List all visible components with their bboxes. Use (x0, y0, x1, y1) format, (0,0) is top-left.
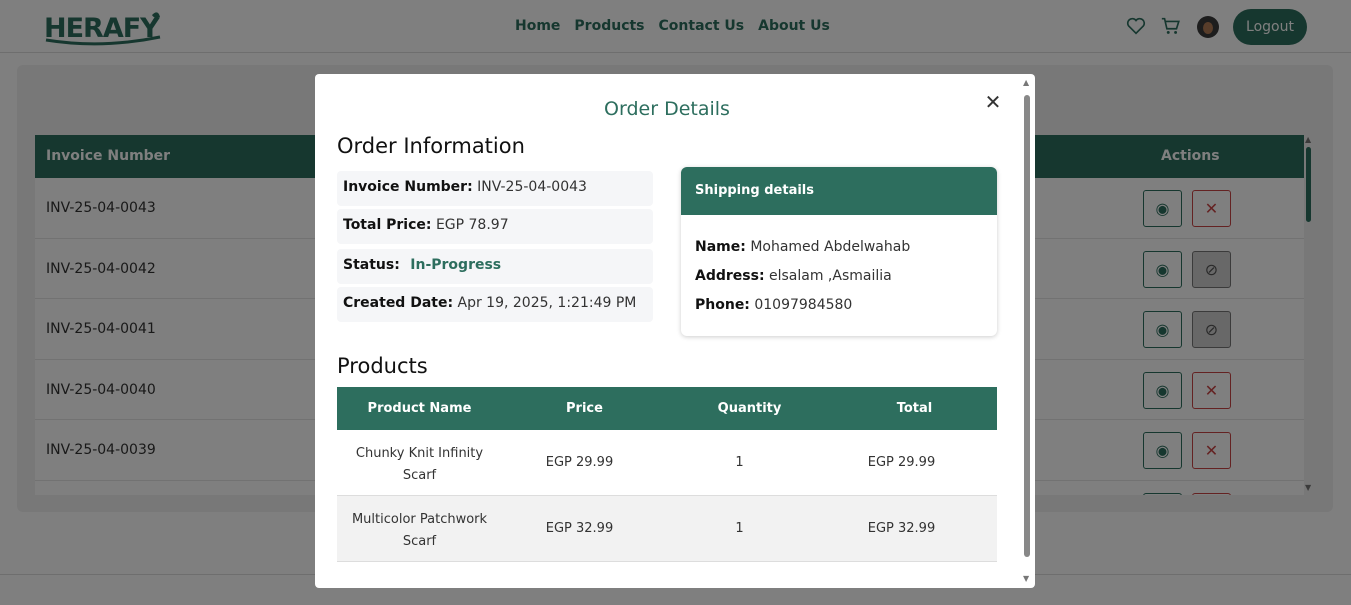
name-label: Name: (695, 239, 746, 255)
close-icon[interactable]: ✕ (983, 90, 1003, 114)
table-row: Multicolor Patchwork Scarf EGP 32.99 1 E… (337, 496, 997, 562)
shipping-address: Address: elsalam ,Asmailia (695, 268, 892, 284)
status-info: Status: In-Progress (337, 249, 653, 284)
shipping-name: Name: Mohamed Abdelwahab (695, 239, 910, 255)
scroll-up-arrow[interactable]: ▲ (1023, 78, 1029, 87)
products-table-header: Product Name Price Quantity Total (337, 387, 997, 430)
product-name-header: Product Name (367, 401, 472, 416)
order-information-heading: Order Information (337, 134, 525, 158)
name-value: Mohamed Abdelwahab (750, 239, 911, 255)
phone-value: 01097984580 (754, 297, 853, 313)
date-label: Created Date: (343, 295, 454, 311)
created-date-info: Created Date: Apr 19, 2025, 1:21:49 PM (337, 287, 653, 322)
status-label: Status: (343, 257, 400, 273)
scroll-down-arrow[interactable]: ▼ (1023, 574, 1029, 583)
total-value: EGP 78.97 (435, 217, 509, 233)
product-price: EGP 29.99 (545, 455, 614, 470)
shipping-details-card: Shipping details Name: Mohamed Abdelwaha… (681, 167, 997, 336)
address-value: elsalam ,Asmailia (769, 268, 892, 284)
product-price: EGP 32.99 (545, 521, 614, 536)
product-quantity: 1 (735, 521, 744, 536)
total-label: Total Price: (343, 217, 432, 233)
invoice-number-info: Invoice Number: INV-25-04-0043 (337, 171, 653, 206)
order-details-modal: Order Details ✕ Order Information Invoic… (315, 74, 1035, 588)
table-row: Chunky Knit Infinity Scarf EGP 29.99 1 E… (337, 430, 997, 496)
address-label: Address: (695, 268, 765, 284)
total-header: Total (896, 401, 933, 416)
modal-title: Order Details (604, 98, 730, 120)
product-total: EGP 32.99 (867, 521, 936, 536)
phone-label: Phone: (695, 297, 750, 313)
product-total: EGP 29.99 (867, 455, 936, 470)
total-price-info: Total Price: EGP 78.97 (337, 209, 653, 244)
price-header: Price (566, 401, 603, 416)
quantity-header: Quantity (717, 401, 782, 416)
shipping-details-heading: Shipping details (681, 167, 997, 215)
product-name: Chunky Knit Infinity Scarf (355, 446, 484, 483)
invoice-value: INV-25-04-0043 (477, 179, 587, 195)
products-heading: Products (337, 354, 428, 378)
product-name: Multicolor Patchwork Scarf (351, 512, 488, 549)
product-quantity: 1 (735, 455, 744, 470)
shipping-phone: Phone: 01097984580 (695, 297, 852, 313)
date-value: Apr 19, 2025, 1:21:49 PM (457, 295, 637, 311)
status-badge: In-Progress (410, 257, 502, 273)
scrollbar-thumb[interactable] (1024, 95, 1030, 557)
modal-scrollbar[interactable]: ▲ ▼ (1022, 78, 1032, 586)
products-table: Product Name Price Quantity Total Chunky… (337, 387, 997, 562)
invoice-label: Invoice Number: (343, 179, 473, 195)
